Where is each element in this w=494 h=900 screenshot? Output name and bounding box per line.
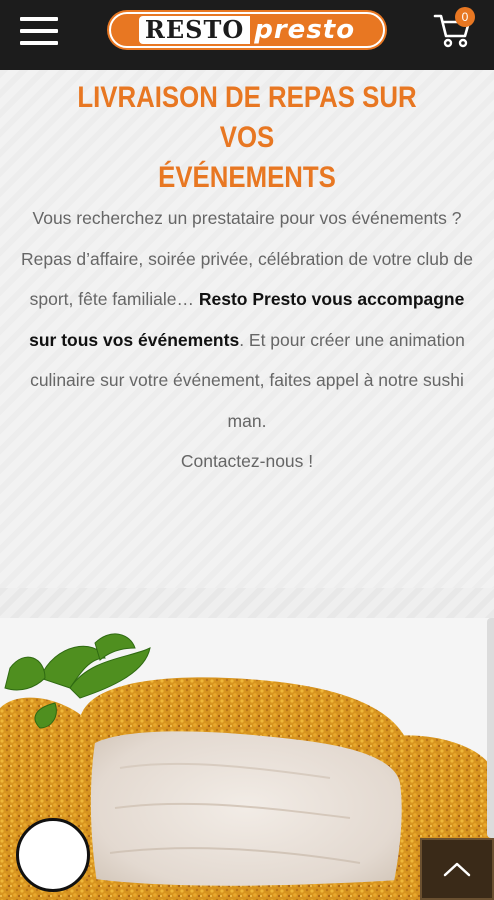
page-title: LIVRAISON DE REPAS SUR VOS ÉVÉNEMENTS (52, 78, 442, 198)
menu-bar (20, 17, 58, 21)
logo-resto-text: RESTO (138, 16, 251, 44)
side-drawer-handle[interactable] (487, 618, 494, 838)
menu-bar (20, 29, 58, 33)
hamburger-menu-icon[interactable] (20, 17, 58, 45)
chevron-up-icon (443, 862, 471, 877)
logo-presto-text: presto (254, 15, 356, 45)
intro-paragraph: Vous recherchez un prestataire pour vos … (20, 198, 474, 482)
section-divider (0, 588, 494, 618)
chat-bubble-icon[interactable] (16, 818, 90, 892)
cart-count-badge: 0 (455, 7, 475, 27)
top-header: RESTO presto 0 (0, 0, 494, 70)
scroll-to-top-button[interactable] (420, 838, 494, 900)
menu-bar (20, 41, 58, 45)
resto-presto-logo[interactable]: RESTO presto (109, 12, 385, 48)
title-line-2: ÉVÉNEMENTS (158, 161, 336, 194)
title-line-1: LIVRAISON DE REPAS SUR VOS (77, 81, 417, 154)
contact-link[interactable]: Contactez-nous ! (181, 451, 313, 471)
